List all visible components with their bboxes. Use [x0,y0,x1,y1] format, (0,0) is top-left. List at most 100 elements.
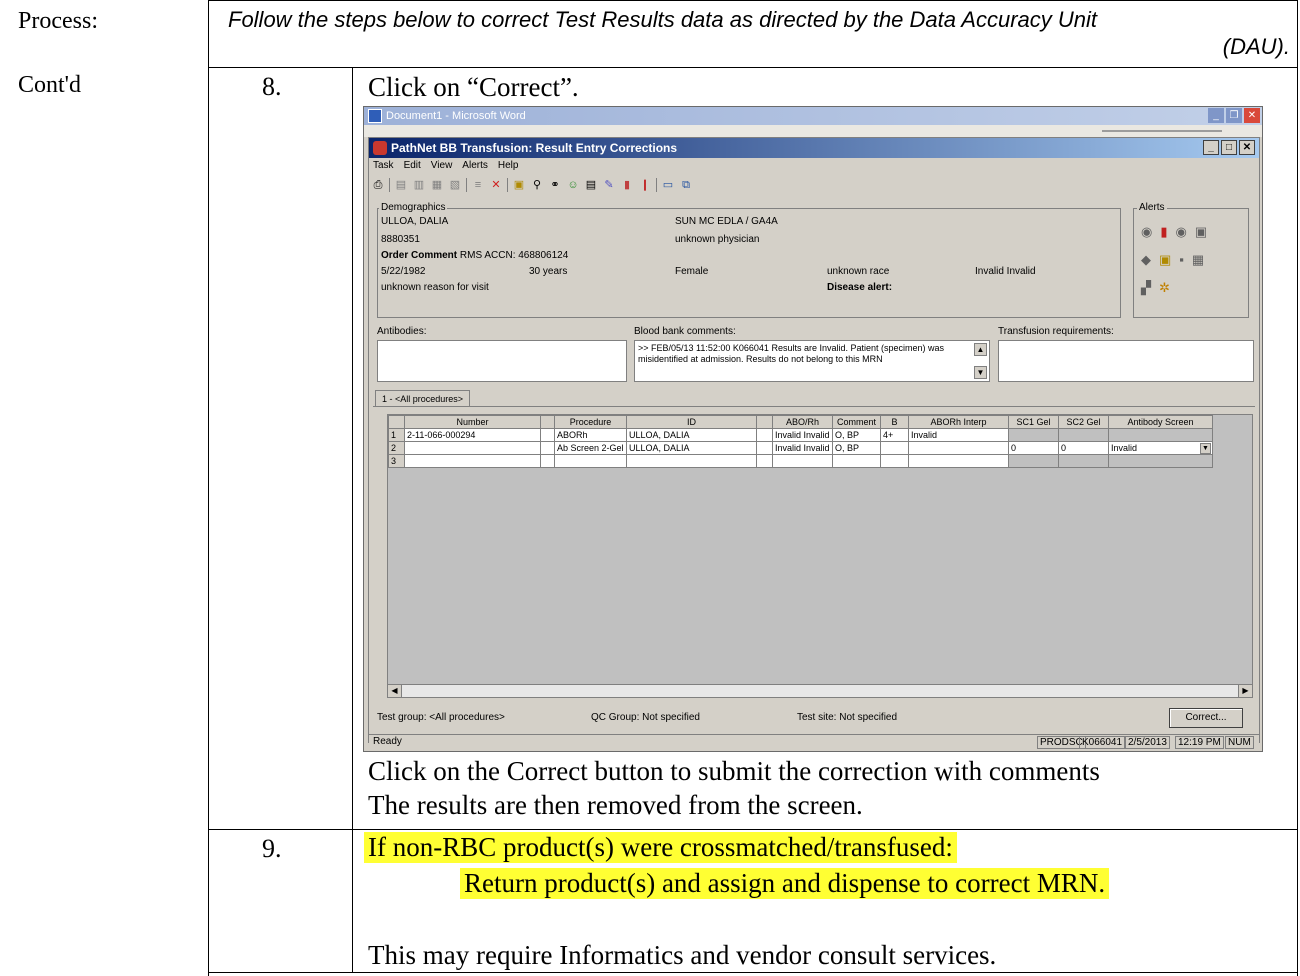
cell-sc2-gel[interactable] [1058,454,1109,468]
antibody-screen-dropdown[interactable]: Invalid ▼ [1108,441,1213,455]
cell-id[interactable]: ULLOA, DALIA [626,441,757,455]
table-row[interactable]: 2 Ab Screen 2-Gel ULLOA, DALIA Invalid I… [388,441,1213,455]
monitor-icon[interactable]: ▭ [661,178,675,192]
alert-icon-10[interactable]: ✲ [1159,280,1178,295]
scroll-down-icon[interactable]: ▼ [974,366,987,379]
cell-sc2-gel[interactable]: 0 [1058,441,1109,455]
status-time: 12:19 PM [1175,736,1224,749]
open-icon[interactable]: ▤ [394,178,408,192]
bb-comments-field[interactable]: >> FEB/05/13 11:52:00 K066041 Results ar… [634,340,990,382]
cell-b[interactable]: 4+ [880,428,909,442]
copy-icon[interactable]: ▦ [430,178,444,192]
menu-task[interactable]: Task [373,158,394,174]
cell-sc2-gel[interactable] [1058,428,1109,442]
cell-aborh-interp[interactable]: Invalid [908,428,1009,442]
close-icon[interactable]: ✕ [1239,140,1255,155]
alert-icon-5[interactable]: ◆ [1141,252,1159,267]
scroll-right-icon[interactable]: ▶ [1238,685,1252,697]
alert-icon-8[interactable]: ▦ [1192,252,1212,267]
col-sc2-gel[interactable]: SC2 Gel [1058,415,1109,429]
cell-abo-rh[interactable] [772,454,833,468]
cell-abo-rh[interactable]: Invalid Invalid [772,441,833,455]
cell-sc1-gel[interactable]: 0 [1008,441,1059,455]
windows-icon[interactable]: ⧉ [679,178,693,192]
chart-icon[interactable]: ▮ [620,178,634,192]
alert-icon-4[interactable]: ▣ [1195,224,1215,239]
cell-id[interactable]: ULLOA, DALIA [626,428,757,442]
cell-procedure[interactable] [554,454,627,468]
col-abo-rh[interactable]: ABO/Rh [772,415,833,429]
book-icon[interactable]: ▣ [512,178,526,192]
col-procedure[interactable]: Procedure [554,415,627,429]
cell-antibody-screen[interactable] [1108,428,1213,442]
cell-comment[interactable]: O, BP [832,428,881,442]
cell-number[interactable]: 2-11-066-000294 [404,428,541,442]
binoculars-icon[interactable]: ⚲ [530,178,544,192]
cell-b[interactable] [880,441,909,455]
cell-comment[interactable]: O, BP [832,441,881,455]
link-icon[interactable]: ⚭ [548,178,562,192]
cell-number[interactable] [404,441,541,455]
cell-antibody-screen[interactable] [1108,454,1213,468]
cell-comment[interactable] [832,454,881,468]
menu-edit[interactable]: Edit [404,158,421,174]
cell-b[interactable] [880,454,909,468]
table-row[interactable]: 3 [388,454,1213,468]
correct-button[interactable]: Correct... [1169,708,1243,728]
delete-icon[interactable]: ✕ [489,178,503,192]
restore-icon[interactable]: ❐ [1226,108,1242,123]
tool-icon[interactable]: ✎ [602,178,616,192]
table-row[interactable]: 1 2-11-066-000294 ABORh ULLOA, DALIA Inv… [388,428,1213,442]
indent-icon[interactable]: ≡ [471,178,485,192]
pathnet-window: PathNet BB Transfusion: Result Entry Cor… [368,137,1260,750]
cell-aborh-interp[interactable] [908,454,1009,468]
alert-icon-2[interactable]: ▮ [1160,224,1175,239]
menu-help[interactable]: Help [498,158,519,174]
cell-sc1-gel[interactable] [1008,454,1059,468]
alert-icon-9[interactable]: ▞ [1141,280,1159,295]
edit-icon[interactable]: ▥ [412,178,426,192]
cell-abo-rh[interactable]: Invalid Invalid [772,428,833,442]
alert-icon-1[interactable]: ◉ [1141,224,1160,239]
col-antibody-screen[interactable]: Antibody Screen [1108,415,1213,429]
col-id[interactable]: ID [626,415,757,429]
col-aborh-interp[interactable]: ABORh Interp [908,415,1009,429]
cell-id[interactable] [626,454,757,468]
cell-aborh-interp[interactable] [908,441,1009,455]
alert-icon-6[interactable]: ▣ [1159,252,1179,267]
header-line2: (DAU). [1222,34,1290,59]
antibodies-field[interactable] [377,340,627,382]
col-comment[interactable]: Comment [832,415,881,429]
status-date: 2/5/2013 [1125,736,1170,749]
cell-number[interactable] [404,454,541,468]
transfusion-field[interactable] [998,340,1254,382]
menu-view[interactable]: View [431,158,453,174]
abo-rh: Invalid Invalid [975,266,1036,277]
menu-alerts[interactable]: Alerts [462,158,488,174]
scroll-left-icon[interactable]: ◀ [388,685,402,697]
step9-number: 9. [262,834,282,863]
col-b[interactable]: B [880,415,909,429]
minimize-icon[interactable]: _ [1208,108,1224,123]
alerts-icons: ◉▮◉▣ ◆▣▪▦ ▞✲ [1141,218,1215,302]
col-sc1-gel[interactable]: SC1 Gel [1008,415,1059,429]
tab-all-procedures[interactable]: 1 - <All procedures> [375,390,471,407]
scroll-up-icon[interactable]: ▲ [974,343,987,356]
chevron-down-icon[interactable]: ▼ [1200,443,1211,454]
alert-icon-3[interactable]: ◉ [1176,224,1195,239]
cell-procedure[interactable]: ABORh [554,428,627,442]
age: 30 years [529,266,568,277]
print-icon[interactable]: ⎙ [371,178,385,192]
maximize-icon[interactable]: □ [1221,140,1237,155]
form-icon[interactable]: ▤ [584,178,598,192]
grid-horizontal-scrollbar[interactable]: ◀ ▶ [387,684,1253,698]
alert-icon-7[interactable]: ▪ [1179,252,1192,267]
close-icon[interactable]: ✕ [1244,108,1260,123]
minimize-icon[interactable]: _ [1203,140,1219,155]
cell-sc1-gel[interactable] [1008,428,1059,442]
people-icon[interactable]: ☺ [566,178,580,192]
tube-icon[interactable]: ❙ [638,178,652,192]
cell-procedure[interactable]: Ab Screen 2-Gel [554,441,627,455]
paste-icon[interactable]: ▧ [448,178,462,192]
col-number[interactable]: Number [404,415,541,429]
